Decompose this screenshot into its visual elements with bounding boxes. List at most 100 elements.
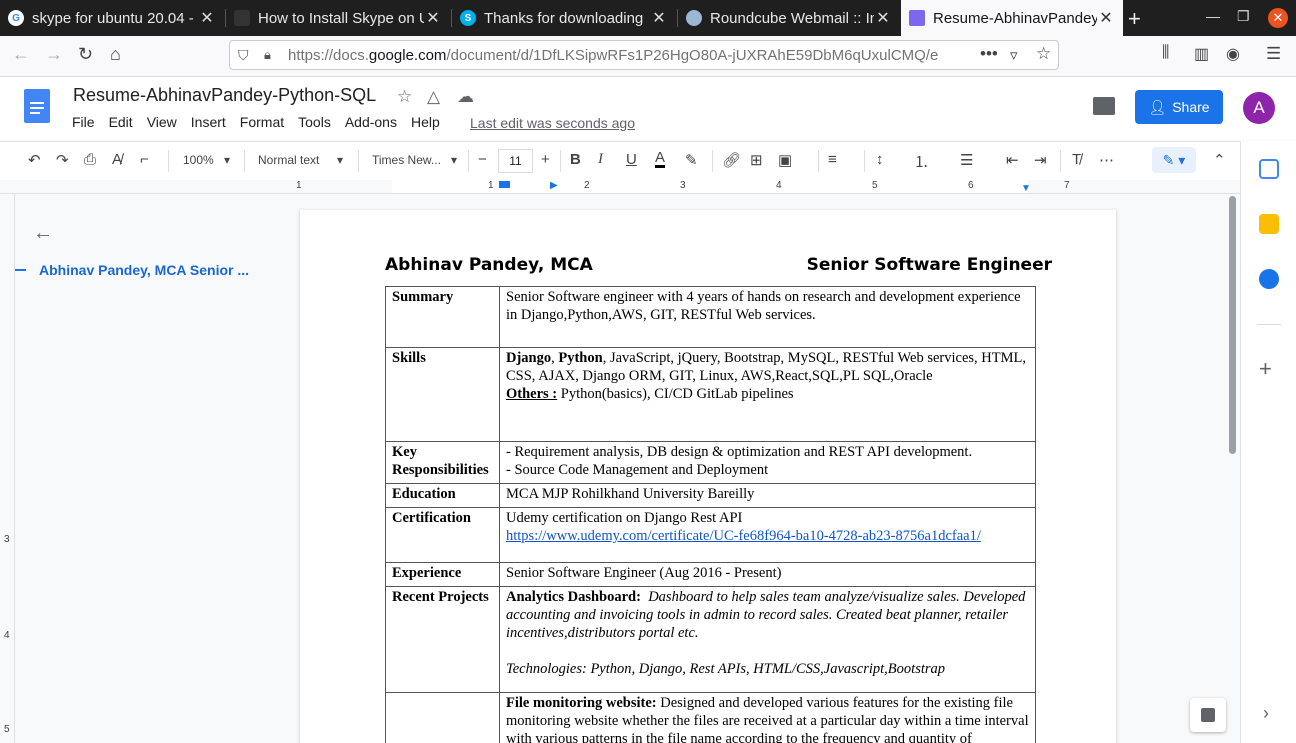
menu-tools[interactable]: Tools xyxy=(298,114,331,130)
menu-insert[interactable]: Insert xyxy=(191,114,226,130)
first-line-indent-marker[interactable] xyxy=(499,181,510,188)
browser-tab[interactable]: G skype for ubuntu 20.04 - ✕ xyxy=(0,0,224,36)
left-indent-marker[interactable]: ▶ xyxy=(550,180,558,191)
window-close-icon[interactable]: ✕ xyxy=(1268,8,1288,28)
back-icon[interactable]: ← xyxy=(12,44,30,65)
chevron-down-icon[interactable]: ▾ xyxy=(337,153,343,167)
line-spacing-icon[interactable]: ↕ xyxy=(876,151,884,168)
document-title[interactable]: Resume-AbhinavPandey-Python-SQL xyxy=(73,85,376,106)
avatar[interactable]: A xyxy=(1243,92,1275,124)
menu-file[interactable]: File xyxy=(72,114,95,130)
close-icon[interactable]: ✕ xyxy=(650,8,668,28)
add-comment-icon[interactable]: ⊞ xyxy=(750,151,763,169)
right-indent-marker[interactable]: ▼ xyxy=(1021,183,1031,194)
chevron-down-icon[interactable]: ▾ xyxy=(224,153,230,167)
account-icon[interactable]: ◉ xyxy=(1226,44,1240,64)
chevron-down-icon[interactable]: ▾ xyxy=(451,153,457,167)
menu-view[interactable]: View xyxy=(147,114,177,130)
increase-indent-icon[interactable]: ⇥ xyxy=(1034,151,1047,169)
minimize-icon[interactable]: — xyxy=(1206,8,1220,24)
print-icon[interactable]: ⎙ xyxy=(84,151,96,168)
bulleted-list-icon[interactable]: ☰ xyxy=(960,151,973,169)
browser-tab[interactable]: S Thanks for downloading ✕ xyxy=(452,0,676,36)
menu-icon[interactable]: ☰ xyxy=(1266,44,1281,64)
tasks-icon[interactable] xyxy=(1259,269,1279,289)
chevron-right-icon[interactable]: › xyxy=(1263,703,1269,724)
clear-formatting-icon[interactable]: T̸ xyxy=(1072,151,1081,168)
italic-icon[interactable]: I xyxy=(598,151,603,168)
row-content: MCA MJP Rohilkhand University Bareilly xyxy=(499,483,1036,508)
more-options-icon[interactable]: ⋯ xyxy=(1099,151,1114,169)
pocket-icon[interactable]: ▿ xyxy=(1010,46,1018,64)
url-text: https://docs.google.com/document/d/1DfLK… xyxy=(288,47,939,64)
menu-format[interactable]: Format xyxy=(240,114,284,130)
bold-icon[interactable]: B xyxy=(570,151,581,168)
scrollbar[interactable] xyxy=(1229,196,1236,454)
close-icon[interactable]: ✕ xyxy=(874,8,892,28)
forward-icon[interactable]: → xyxy=(45,44,63,65)
person-icon: 👤︎ xyxy=(1148,98,1167,115)
sidebar-icon[interactable]: ▥ xyxy=(1194,44,1209,64)
maximize-icon[interactable]: ❐ xyxy=(1237,8,1250,25)
row-label: Summary xyxy=(385,286,500,348)
collapse-icon[interactable]: ⌃ xyxy=(1213,151,1226,169)
decrease-font-icon[interactable]: − xyxy=(478,151,487,168)
last-edit-link[interactable]: Last edit was seconds ago xyxy=(470,115,635,131)
menu-bar: File Edit View Insert Format Tools Add-o… xyxy=(72,114,454,130)
keep-icon[interactable] xyxy=(1259,214,1279,234)
highlight-icon[interactable]: ✎ xyxy=(685,151,698,169)
share-button[interactable]: 👤︎ Share xyxy=(1135,90,1223,124)
undo-icon[interactable]: ↶ xyxy=(28,151,41,169)
font-size-input[interactable]: 11 xyxy=(498,149,533,173)
font-select[interactable]: Times New... xyxy=(372,153,441,167)
move-icon[interactable]: △ xyxy=(427,87,440,107)
outline-heading[interactable]: Abhinav Pandey, MCA Senior ... xyxy=(39,262,249,278)
browser-tab[interactable]: Roundcube Webmail :: In ✕ xyxy=(678,0,900,36)
numbered-list-icon[interactable]: ⒈ xyxy=(914,151,929,172)
table-row: Skills Django, Python, JavaScript, jQuer… xyxy=(385,347,1036,442)
url-bar[interactable]: ⛉ 🔒︎ https://docs.google.com/document/d/… xyxy=(229,40,1059,70)
home-icon[interactable]: ⌂ xyxy=(110,44,121,65)
menu-help[interactable]: Help xyxy=(411,114,440,130)
browser-tab[interactable]: How to Install Skype on U ✕ xyxy=(226,0,450,36)
close-icon[interactable]: ✕ xyxy=(424,8,442,28)
close-icon[interactable]: ✕ xyxy=(1097,8,1115,28)
star-icon[interactable]: ☆ xyxy=(397,87,412,107)
paint-format-icon[interactable]: ⌐ xyxy=(140,151,149,168)
bookmark-star-icon[interactable]: ☆ xyxy=(1036,44,1051,64)
increase-font-icon[interactable]: + xyxy=(541,151,550,168)
table-row: Recent Projects Analytics Dashboard: Das… xyxy=(385,586,1036,693)
link-icon[interactable]: 🔗︎ xyxy=(722,151,741,169)
zoom-select[interactable]: 100% xyxy=(183,153,214,167)
row-content: - Requirement analysis, DB design & opti… xyxy=(499,441,1036,484)
google-docs-icon[interactable] xyxy=(24,89,50,123)
more-icon[interactable]: ••• xyxy=(980,44,998,64)
text-color-icon[interactable]: A xyxy=(655,150,666,168)
certificate-link[interactable]: https://www.udemy.com/certificate/UC-fe6… xyxy=(506,528,981,544)
paragraph-style-select[interactable]: Normal text xyxy=(258,153,319,167)
new-tab-icon[interactable]: + xyxy=(1128,6,1141,32)
calendar-icon[interactable] xyxy=(1259,159,1279,179)
explore-button[interactable] xyxy=(1190,698,1226,732)
shield-icon[interactable]: ⛉ xyxy=(238,47,249,64)
spellcheck-icon[interactable]: A̸ xyxy=(112,151,122,168)
reload-icon[interactable]: ↻ xyxy=(78,44,93,65)
menu-addons[interactable]: Add-ons xyxy=(345,114,397,130)
add-addon-icon[interactable]: + xyxy=(1259,356,1272,382)
row-content: Udemy certification on Django Rest API ht… xyxy=(499,507,1036,563)
menu-edit[interactable]: Edit xyxy=(109,114,133,130)
comment-history-icon[interactable] xyxy=(1093,97,1115,115)
editing-mode-button[interactable]: ✎ ▾ xyxy=(1152,147,1196,173)
library-icon[interactable]: ⫼ xyxy=(1162,44,1169,62)
lock-icon[interactable]: 🔒︎ xyxy=(264,47,271,63)
document-page[interactable]: Abhinav Pandey, MCA Senior Software Engi… xyxy=(300,210,1116,743)
decrease-indent-icon[interactable]: ⇤ xyxy=(1006,151,1019,169)
browser-tab-active[interactable]: Resume-AbhinavPandey- ✕ xyxy=(901,0,1123,36)
close-outline-icon[interactable]: ← xyxy=(33,222,53,245)
align-icon[interactable]: ≡ xyxy=(828,151,837,168)
insert-image-icon[interactable]: ▣ xyxy=(778,151,792,169)
redo-icon[interactable]: ↷ xyxy=(56,151,69,169)
close-icon[interactable]: ✕ xyxy=(198,8,216,28)
table-row: File monitoring website: Designed and de… xyxy=(385,692,1036,743)
underline-icon[interactable]: U xyxy=(626,151,637,168)
